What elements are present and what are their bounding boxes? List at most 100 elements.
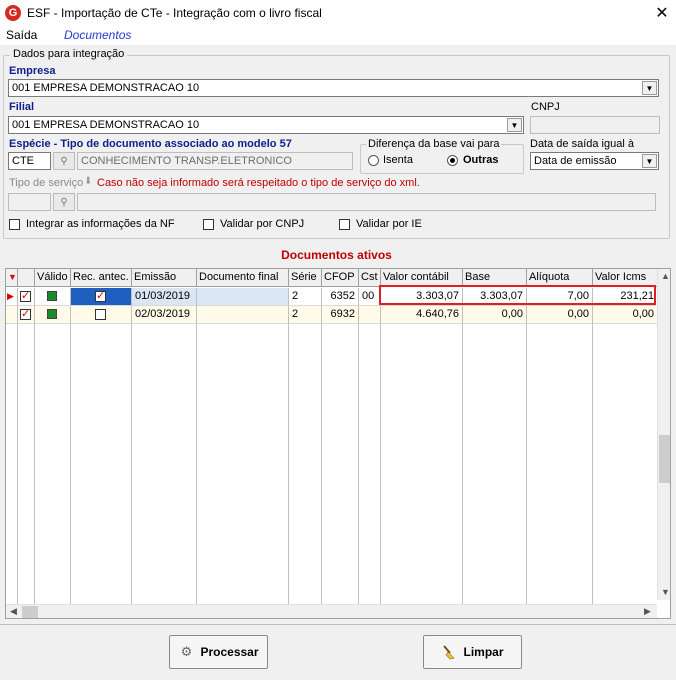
valido-cell: [35, 288, 71, 306]
scroll-down-icon[interactable]: ▼: [661, 587, 670, 597]
tipo-servico-warning: Caso não seja informado será respeitado …: [97, 177, 420, 189]
processar-button[interactable]: ⚙ Processar: [169, 635, 268, 669]
grid-line: [321, 324, 322, 604]
empresa-combo[interactable]: 001 EMPRESA DEMONSTRACAO 10 ▼: [8, 79, 659, 97]
scroll-left-icon[interactable]: ◀: [10, 606, 17, 617]
header-cst[interactable]: Cst: [359, 269, 381, 287]
chevron-down-icon[interactable]: ▼: [642, 81, 657, 95]
radio-outras[interactable]: [447, 155, 458, 166]
header-emissao[interactable]: Emissão: [132, 269, 197, 287]
header-sort-arrow[interactable]: ▼: [6, 269, 18, 287]
header-serie[interactable]: Série: [289, 269, 322, 287]
vertical-scroll-thumb[interactable]: [659, 435, 670, 483]
cfop-cell: 6932: [322, 306, 359, 324]
emissao-cell: 01/03/2019: [132, 288, 197, 306]
group-caption: Dados para integração: [10, 48, 128, 60]
rec-antec-cell[interactable]: [71, 306, 132, 324]
header-rec-antec[interactable]: Rec. antec.: [71, 269, 132, 287]
base-cell: 0,00: [463, 306, 527, 324]
serie-cell: 2: [289, 288, 322, 306]
select-cell[interactable]: [18, 306, 35, 324]
grid-line: [288, 324, 289, 604]
horizontal-scroll-thumb[interactable]: [22, 606, 38, 618]
header-select[interactable]: [18, 269, 35, 287]
highlight-box: [379, 285, 656, 305]
row-indicator: [6, 306, 18, 324]
check-integrar-nf-label: Integrar as informações da NF: [26, 218, 175, 230]
especie-code-field[interactable]: CTE: [8, 152, 51, 170]
grid-line: [70, 324, 71, 604]
tipo-servico-description-field: [77, 193, 656, 211]
select-checkbox[interactable]: [20, 289, 31, 302]
especie-label: Espécie - Tipo de documento associado ao…: [9, 138, 292, 150]
select-cell[interactable]: [18, 288, 35, 306]
check-validar-cnpj-label: Validar por CNPJ: [220, 218, 305, 230]
limpar-button[interactable]: Limpar: [423, 635, 522, 669]
header-documento-final[interactable]: Documento final: [197, 269, 289, 287]
select-checkbox[interactable]: [20, 307, 31, 320]
cnpj-label: CNPJ: [531, 101, 560, 113]
table-row[interactable]: 02/03/2019 2 6932 4.640,76 0,00 0,00 0,0…: [6, 306, 658, 324]
header-valido[interactable]: Válido: [35, 269, 71, 287]
cst-cell: 00: [359, 288, 381, 306]
header-cfop[interactable]: CFOP: [322, 269, 359, 287]
rec-antec-checkbox[interactable]: [95, 289, 106, 302]
documents-grid: ▼ Válido Rec. antec. Emissão Documento f…: [5, 268, 671, 619]
data-saida-label: Data de saída igual à: [530, 138, 634, 150]
cst-cell: [359, 306, 381, 324]
radio-isenta[interactable]: [368, 155, 379, 166]
bottom-separator: [0, 624, 676, 625]
menu-bar: Saída Documentos: [0, 27, 676, 45]
grid-line: [131, 324, 132, 604]
radio-isenta-label: Isenta: [383, 154, 413, 166]
empresa-value: 001 EMPRESA DEMONSTRACAO 10: [12, 82, 200, 94]
data-saida-combo[interactable]: Data de emissão ▼: [530, 152, 659, 170]
scroll-right-icon[interactable]: ▶: [644, 606, 651, 617]
grid-line: [358, 324, 359, 604]
window-title: ESF - Importação de CTe - Integração com…: [27, 6, 322, 20]
especie-description: CONHECIMENTO TRANSP.ELETRONICO: [81, 155, 292, 167]
binoculars-search-icon: ⚲: [53, 193, 75, 211]
valid-indicator-icon: [47, 309, 57, 319]
empresa-label: Empresa: [9, 65, 56, 77]
chevron-down-icon[interactable]: ▼: [507, 118, 522, 132]
tipo-servico-code-field: [8, 193, 51, 211]
aliquota-cell: 0,00: [527, 306, 593, 324]
cfop-cell: 6352: [322, 288, 359, 306]
menu-item-saida[interactable]: Saída: [6, 28, 37, 42]
valid-indicator-icon: [47, 291, 57, 301]
data-saida-value: Data de emissão: [534, 155, 617, 167]
check-validar-cnpj[interactable]: [203, 219, 214, 230]
grid-line: [17, 324, 18, 604]
menu-item-documentos[interactable]: Documentos: [64, 28, 131, 42]
scroll-up-icon[interactable]: ▲: [661, 271, 670, 281]
emissao-cell: 02/03/2019: [132, 306, 197, 324]
rec-antec-cell[interactable]: [71, 288, 132, 306]
binoculars-search-icon[interactable]: ⚲: [53, 152, 75, 170]
grid-line: [34, 324, 35, 604]
chevron-down-icon[interactable]: ▼: [642, 154, 657, 168]
cnpj-field[interactable]: [530, 116, 660, 134]
vertical-scrollbar[interactable]: ▲ ▼: [657, 269, 670, 600]
valor-icms-cell: 0,00: [593, 306, 658, 324]
grid-line: [380, 324, 381, 604]
horizontal-scrollbar[interactable]: ◀ ▶: [6, 604, 657, 618]
valido-cell: [35, 306, 71, 324]
processar-label: Processar: [200, 645, 259, 659]
grid-line: [526, 324, 527, 604]
doc-final-cell: [197, 306, 289, 324]
filial-combo[interactable]: 001 EMPRESA DEMONSTRACAO 10 ▼: [8, 116, 524, 134]
filial-value: 001 EMPRESA DEMONSTRACAO 10: [12, 119, 200, 131]
limpar-label: Limpar: [463, 645, 504, 659]
broom-icon: [441, 644, 457, 660]
close-icon[interactable]: ✕: [650, 2, 674, 24]
tipo-servico-label: Tipo de serviço: [9, 177, 84, 189]
valor-contabil-cell: 4.640,76: [381, 306, 463, 324]
check-validar-ie[interactable]: [339, 219, 350, 230]
arrow-down-icon: ⬇: [84, 176, 93, 187]
rec-antec-checkbox[interactable]: [95, 309, 106, 320]
row-indicator: ▶: [6, 288, 18, 306]
filial-label: Filial: [9, 101, 35, 113]
grid-title: Documentos ativos: [281, 248, 392, 262]
check-integrar-nf[interactable]: [9, 219, 20, 230]
